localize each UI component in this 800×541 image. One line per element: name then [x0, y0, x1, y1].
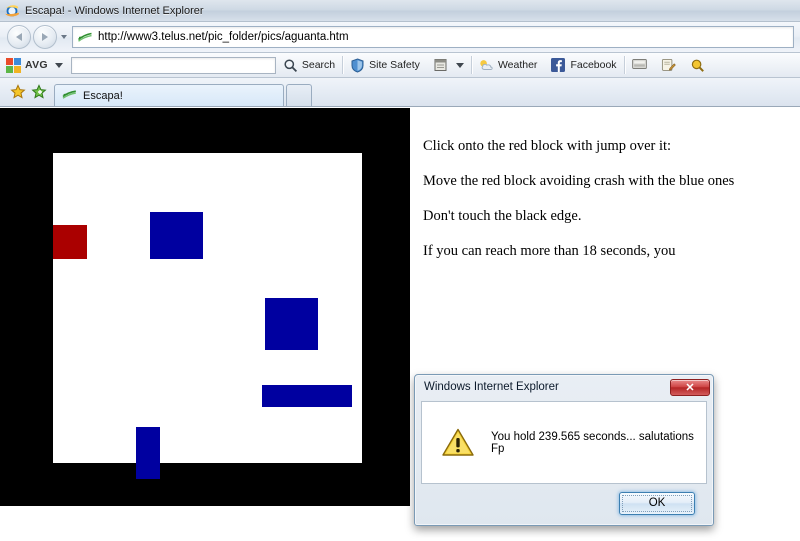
new-tab-button[interactable] [286, 84, 312, 106]
navigation-bar: http://www3.telus.net/pic_folder/pics/ag… [0, 22, 800, 53]
star-plus-green-icon[interactable] [31, 84, 47, 99]
magnifier-icon [283, 58, 298, 73]
tab-escapa[interactable]: Escapa! [54, 84, 284, 106]
avg-menu-caret-icon[interactable] [54, 62, 63, 68]
alert-dialog-body: You hold 239.565 seconds... salutations … [421, 401, 707, 484]
keyboard-button[interactable] [625, 54, 654, 76]
calendar-icon [434, 58, 449, 73]
notepad-button[interactable] [654, 54, 683, 76]
calendar-caret-icon[interactable] [455, 62, 464, 68]
blue-block-2 [265, 298, 318, 350]
alert-dialog-footer: OK [421, 488, 707, 518]
avg-brand-label: AVG [25, 59, 48, 71]
search-gold-button[interactable] [683, 54, 712, 76]
back-arrow-icon [16, 33, 22, 41]
avg-logo-icon [6, 57, 21, 73]
window-title-text: Escapa! - Windows Internet Explorer [25, 4, 204, 17]
page-content: Click onto the red block with jump over … [0, 107, 800, 541]
favorites-buttons [0, 77, 54, 106]
window-title-bar: Escapa! - Windows Internet Explorer [0, 0, 800, 22]
magnifier-gold-icon [690, 58, 705, 73]
alert-dialog-title-bar: Windows Internet Explorer ✕ [415, 375, 713, 399]
tab-strip: Escapa! [54, 77, 312, 106]
alert-dialog-message: You hold 239.565 seconds... salutations … [491, 430, 694, 455]
warning-triangle-icon [442, 428, 474, 457]
star-yellow-icon[interactable] [10, 84, 26, 99]
blue-block-4 [136, 427, 160, 479]
alert-dialog: Windows Internet Explorer ✕ You hold 239… [414, 374, 714, 526]
address-bar[interactable]: http://www3.telus.net/pic_folder/pics/ag… [72, 26, 794, 48]
instruction-line-3: Don't touch the black edge. [423, 208, 582, 225]
page-favicon-icon [77, 30, 93, 44]
blue-block-1 [150, 212, 203, 259]
blue-block-3 [262, 385, 352, 407]
instruction-line-2: Move the red block avoiding crash with t… [423, 173, 735, 190]
browser-window: Escapa! - Windows Internet Explorer http… [0, 0, 800, 541]
facebook-label: Facebook [570, 59, 617, 71]
forward-arrow-icon [42, 33, 48, 41]
address-bar-text: http://www3.telus.net/pic_folder/pics/ag… [98, 31, 349, 43]
favorites-and-tab-bar: Escapa! [0, 78, 800, 107]
game-play-field[interactable] [53, 153, 362, 479]
instruction-line-4: If you can reach more than 18 seconds, y… [423, 243, 676, 260]
weather-button[interactable]: Weather [472, 54, 545, 76]
page-icon [62, 88, 77, 103]
instructions-text: Click onto the red block with jump over … [423, 137, 783, 278]
shield-icon [350, 57, 365, 73]
alert-dialog-title: Windows Internet Explorer [424, 381, 559, 393]
avg-search-button[interactable]: Search [276, 54, 342, 76]
back-button[interactable] [7, 25, 31, 49]
forward-button[interactable] [33, 25, 57, 49]
calendar-button[interactable] [427, 54, 471, 76]
avg-toolbar: AVG Search Site Safety Weather Facebook [0, 53, 800, 78]
tab-escapa-label: Escapa! [83, 89, 123, 102]
facebook-button[interactable]: Facebook [544, 54, 623, 76]
avg-search-input[interactable] [70, 56, 276, 74]
keyboard-icon [631, 58, 647, 73]
site-safety-button[interactable]: Site Safety [343, 54, 427, 76]
weather-label: Weather [497, 59, 538, 71]
facebook-icon [551, 57, 566, 73]
site-safety-label: Site Safety [369, 59, 420, 71]
notepad-pencil-icon [661, 58, 676, 73]
internet-explorer-icon [4, 3, 20, 19]
escapa-game-canvas[interactable] [0, 108, 410, 506]
weather-cloud-icon [479, 58, 494, 73]
close-icon[interactable]: ✕ [670, 378, 710, 396]
red-player-block[interactable] [53, 225, 87, 259]
avg-search-label: Search [301, 59, 336, 71]
recent-pages-dropdown-icon[interactable] [61, 35, 67, 39]
instruction-line-1: Click onto the red block with jump over … [423, 138, 672, 154]
ok-button[interactable]: OK [619, 491, 695, 515]
